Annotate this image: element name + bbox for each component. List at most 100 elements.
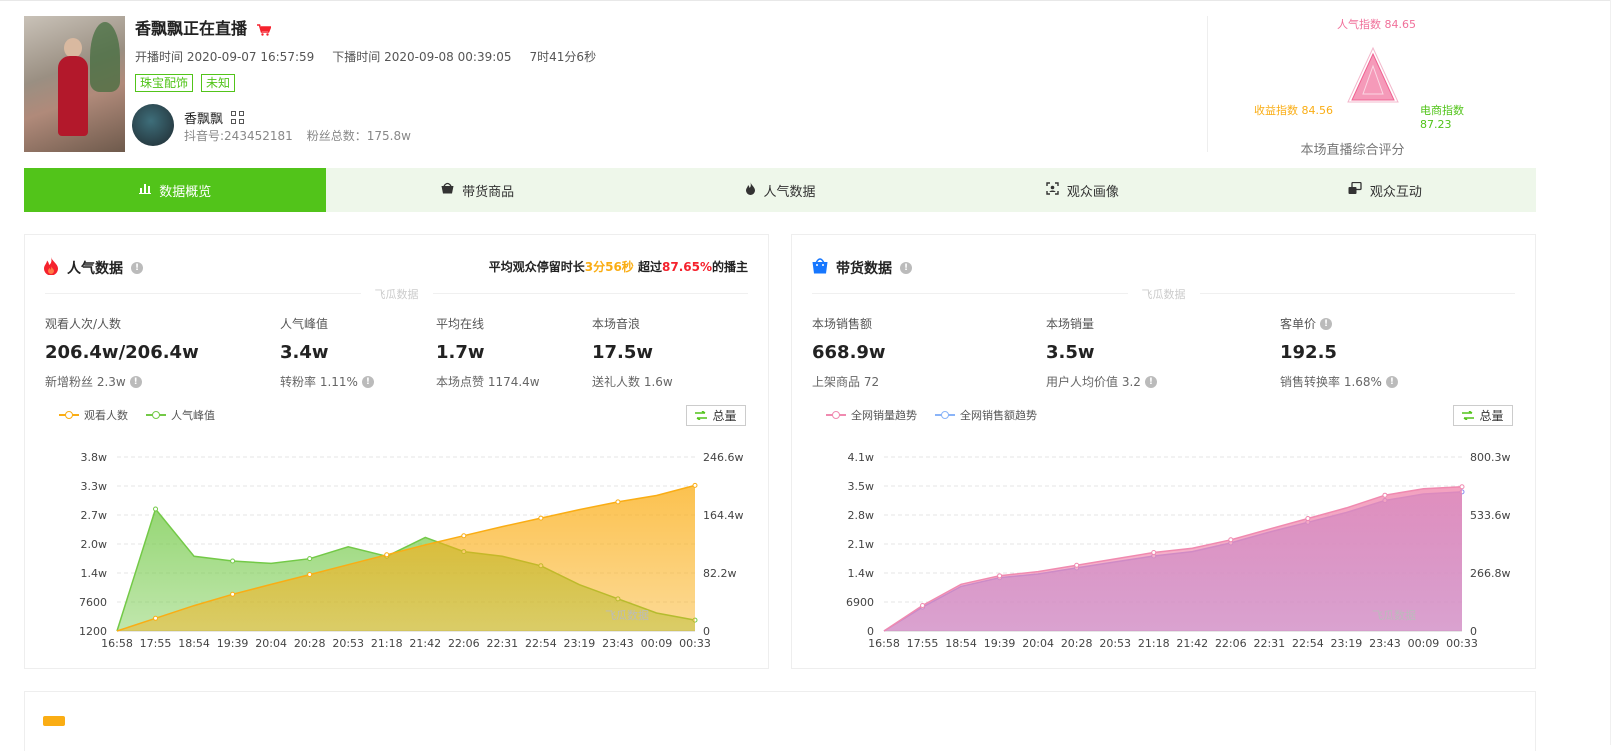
live-header: 香飘飘正在直播 开播时间 2020-09-07 16:57:59 下播时间 20… [24, 16, 1588, 158]
data-point [230, 591, 236, 597]
x-tick-label: 20:53 [1099, 637, 1131, 650]
stat-value: 3.5w [1046, 342, 1095, 363]
stat-sub-text: 新增粉丝 2.3w [45, 375, 126, 389]
stat-sales-amount: 本场销售额 668.9w 上架商品 72 [812, 315, 886, 390]
legend-item[interactable]: 人气峰值 [146, 407, 215, 423]
x-tick-label: 20:28 [1061, 637, 1093, 650]
y-right-tick-label: 246.6w [703, 451, 744, 464]
swap-icon [1462, 409, 1475, 423]
x-tick-label: 00:09 [1408, 637, 1440, 650]
anchor-name[interactable]: 香飘飘 [184, 108, 223, 127]
stat-sub: 本场点赞 1174.4w [436, 373, 540, 390]
live-time-meta: 开播时间 2020-09-07 16:57:59 下播时间 2020-09-08… [135, 48, 596, 65]
swap-icon [695, 409, 708, 423]
highlight-suffix: 的播主 [711, 260, 748, 274]
popularity-chart: 120076001.4w2.0w2.7w3.3w3.8w082.2w164.4w… [79, 451, 744, 650]
legend-label: 人气峰值 [171, 409, 215, 422]
info-icon[interactable]: ! [900, 261, 912, 274]
anchor-avatar[interactable] [132, 104, 174, 146]
x-tick-label: 00:33 [1446, 637, 1478, 650]
tab-label: 带货商品 [462, 184, 515, 200]
data-point [461, 533, 467, 539]
flame-icon [43, 257, 59, 279]
y-left-tick-label: 3.3w [81, 480, 108, 493]
x-tick-label: 17:55 [140, 637, 172, 650]
total-button-label: 总量 [1479, 409, 1504, 423]
y-right-tick-label: 82.2w [703, 567, 737, 580]
stat-sub: 销售转换率 1.68%! [1280, 373, 1398, 390]
legend-item[interactable]: 全网销售额趋势 [935, 407, 1037, 423]
y-left-tick-label: 6900 [846, 596, 874, 609]
exceed-percent: 87.65% [662, 260, 712, 274]
legend-item[interactable]: 观看人数 [59, 407, 128, 423]
info-icon[interactable]: ! [361, 375, 374, 388]
card-title-text: 人气数据 [67, 261, 123, 277]
data-point [1382, 492, 1388, 498]
score-panel: 人气指数 84.65 收益指数 84.56 电商指数 87.23 本场直播综合评… [1207, 16, 1497, 158]
page-scrollbar[interactable] [1610, 0, 1624, 745]
data-point [1151, 549, 1157, 555]
info-icon[interactable]: ! [131, 262, 143, 274]
product-card-icon [43, 716, 65, 726]
tab-audience-interaction[interactable]: 观众互动 [1234, 168, 1536, 212]
info-icon[interactable]: ! [1385, 375, 1398, 388]
anchor-meta: 抖音号:243452181 粉丝总数：175.8w [184, 127, 411, 144]
stat-label: 本场销售额 [812, 317, 873, 331]
stat-sub: 转粉率 1.11%! [280, 373, 374, 390]
highlight-prefix: 平均观众停留时长 [488, 260, 585, 274]
x-tick-label: 20:04 [255, 637, 287, 650]
card-title-text: 带货数据 [836, 260, 892, 277]
ecommerce-index: 电商指数 87.23 [1420, 104, 1464, 131]
info-icon[interactable]: ! [129, 375, 142, 388]
qr-code-icon[interactable] [231, 111, 245, 124]
x-tick-label: 16:58 [868, 637, 900, 650]
stat-views: 观看人次/人数 206.4w/206.4w 新增粉丝 2.3w! [45, 315, 199, 390]
x-tick-label: 18:54 [178, 637, 210, 650]
x-tick-label: 22:31 [1253, 637, 1285, 650]
data-point [230, 558, 236, 564]
stat-label: 本场销量 [1046, 317, 1095, 331]
product-data-card [24, 691, 1536, 751]
info-icon[interactable]: ! [1144, 375, 1157, 388]
x-tick-label: 18:54 [945, 637, 977, 650]
data-point [307, 556, 313, 562]
tab-label: 观众互动 [1369, 184, 1422, 200]
x-tick-label: 00:33 [679, 637, 711, 650]
revenue-index: 收益指数 84.56 [1254, 104, 1333, 117]
popularity-card-title: 人气数据 ! [43, 257, 143, 279]
y-left-tick-label: 4.1w [848, 451, 875, 464]
info-icon[interactable]: ! [1320, 317, 1333, 330]
x-tick-label: 22:06 [448, 637, 480, 650]
x-tick-label: 21:42 [1176, 637, 1208, 650]
stat-sub-text: 用户人均价值 3.2 [1046, 375, 1141, 389]
interact-icon [1348, 181, 1362, 199]
x-tick-label: 00:09 [641, 637, 673, 650]
live-cover-image[interactable] [24, 16, 125, 152]
stat-value: 1.7w [436, 342, 485, 363]
data-point [692, 482, 698, 488]
y-left-tick-label: 2.8w [848, 509, 875, 522]
data-point [384, 552, 390, 558]
category-tag[interactable]: 珠宝配饰 [135, 74, 194, 92]
category-tag[interactable]: 未知 [201, 74, 236, 92]
stat-value: 668.9w [812, 342, 886, 363]
stat-value: 192.5 [1280, 342, 1337, 363]
stat-label: 本场音浪 [592, 317, 641, 331]
stat-sub: 用户人均价值 3.2! [1046, 373, 1157, 390]
chart-legend: 观看人数 人气峰值 [59, 407, 215, 423]
total-toggle-button[interactable]: 总量 [686, 405, 746, 426]
tab-label: 人气数据 [763, 184, 816, 200]
tab-products[interactable]: 带货商品 [326, 168, 628, 212]
tab-popularity[interactable]: 人气数据 [629, 168, 931, 212]
tab-overview[interactable]: 数据概览 [24, 168, 327, 212]
highlight-mid: 超过 [633, 260, 662, 274]
start-time: 开播时间 2020-09-07 16:57:59 [135, 50, 315, 64]
legend-item[interactable]: 全网销量趋势 [826, 407, 917, 423]
stat-sub-text: 销售转换率 1.68% [1280, 375, 1382, 389]
stat-value: 17.5w [592, 342, 654, 363]
stat-sub-text: 转粉率 1.11% [280, 375, 358, 389]
tab-audience-portrait[interactable]: 观众画像 [931, 168, 1233, 212]
chart-watermark: 飞瓜数据 [1372, 608, 1416, 622]
total-toggle-button[interactable]: 总量 [1453, 405, 1513, 426]
x-tick-label: 23:43 [1369, 637, 1401, 650]
